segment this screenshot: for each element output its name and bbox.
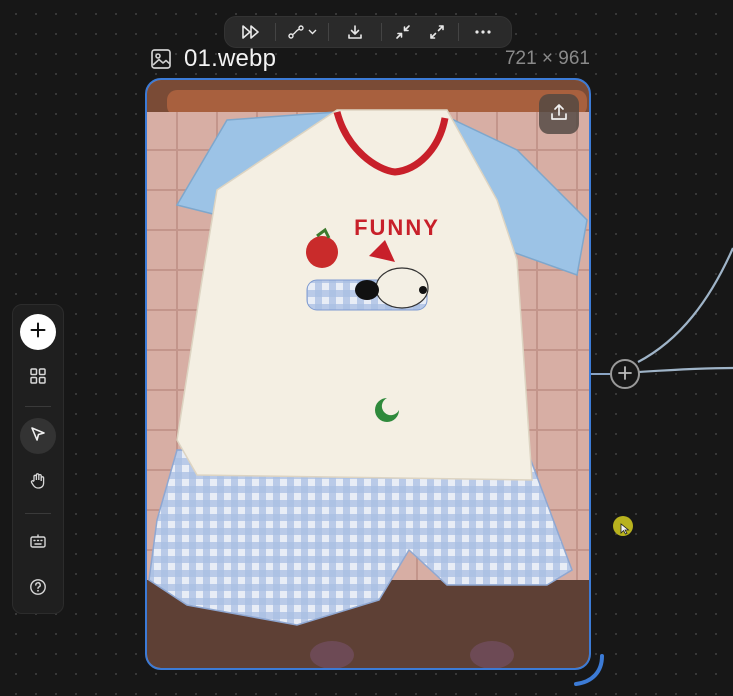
chevron-down-icon (308, 29, 317, 35)
image-icon (150, 48, 172, 70)
add-node-button[interactable] (20, 314, 56, 350)
hand-pan-icon (29, 472, 47, 494)
upload-icon (550, 103, 568, 125)
grid-view-button[interactable] (20, 360, 56, 396)
palette-divider (25, 406, 51, 407)
download-icon (347, 24, 363, 40)
keyboard-icon (29, 533, 47, 553)
toolbar-divider (458, 23, 459, 41)
connect-path-button[interactable] (280, 18, 324, 46)
help-icon (29, 578, 47, 600)
add-connection-port[interactable] (610, 359, 640, 389)
palette-divider (25, 513, 51, 514)
clothing-photo: FUNNY (147, 80, 589, 668)
connect-path-icon (287, 25, 304, 39)
plus-icon (618, 365, 632, 384)
more-options-icon (475, 30, 491, 34)
node-header: 01.webp 721 × 961 (150, 44, 590, 74)
toolbar-divider (381, 23, 382, 41)
expand-button[interactable] (420, 18, 454, 46)
shirt-print-text: FUNNY (354, 215, 440, 240)
more-options-button[interactable] (463, 18, 503, 46)
toolbar-divider (328, 23, 329, 41)
resize-handle[interactable] (572, 652, 608, 688)
share-upload-button[interactable] (539, 94, 579, 134)
collapse-button[interactable] (386, 18, 420, 46)
expand-icon (429, 24, 445, 40)
image-node[interactable]: FUNNY (145, 78, 591, 670)
select-tool-button[interactable] (20, 418, 56, 454)
add-icon (30, 322, 46, 342)
node-title[interactable]: 01.webp (184, 45, 276, 73)
help-button[interactable] (20, 571, 56, 607)
download-button[interactable] (333, 18, 377, 46)
fast-forward-button[interactable] (231, 18, 271, 46)
mouse-cursor-icon (620, 523, 630, 535)
grid-icon (29, 367, 47, 389)
keyboard-shortcuts-button[interactable] (20, 525, 56, 561)
tool-palette (12, 304, 64, 614)
fast-forward-icon (242, 25, 260, 39)
select-pointer-icon (30, 426, 46, 446)
image-dimensions: 721 × 961 (504, 48, 590, 69)
toolbar-divider (275, 23, 276, 41)
collapse-icon (395, 24, 411, 40)
pan-tool-button[interactable] (20, 465, 56, 501)
